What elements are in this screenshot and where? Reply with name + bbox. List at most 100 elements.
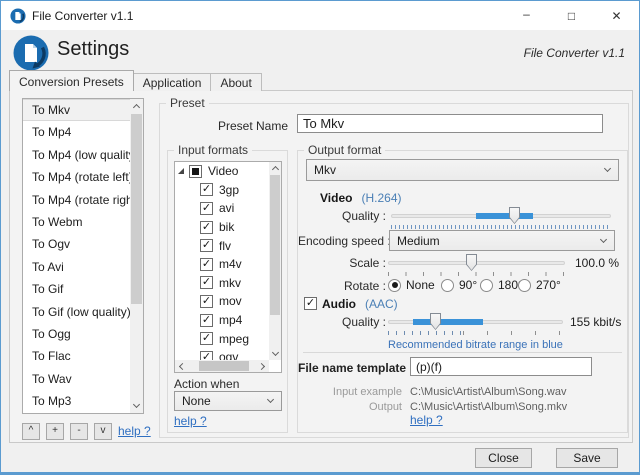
preset-list-item[interactable]: To Wav	[23, 368, 130, 390]
tree-item[interactable]: flv	[175, 236, 269, 255]
preset-list-item[interactable]: To Webm	[23, 211, 130, 233]
close-icon[interactable]: ✕	[594, 1, 639, 30]
scale-label: Scale :	[349, 256, 386, 270]
output-example-label: Output	[368, 401, 402, 413]
tab-about[interactable]: About	[210, 73, 262, 91]
tree-item[interactable]: bik	[175, 218, 269, 237]
tree-item[interactable]: mp4	[175, 311, 269, 330]
preset-list-item[interactable]: To Avi	[23, 256, 130, 278]
file-name-template-help-link[interactable]: help ?	[410, 413, 443, 427]
video-category-checkbox[interactable]	[189, 164, 202, 178]
preset-list-item[interactable]: To Mp3	[23, 390, 130, 412]
expander-icon[interactable]	[178, 168, 184, 175]
rotate-option-270[interactable]: 270°	[518, 278, 561, 292]
input-formats-help-link[interactable]: help ?	[174, 414, 207, 428]
output-format-select[interactable]: Mkv	[306, 159, 619, 181]
scroll-right-icon[interactable]	[257, 360, 269, 372]
preset-name-label: Preset Name	[217, 119, 288, 133]
preset-list-item[interactable]: To Gif	[23, 278, 130, 300]
tree-item[interactable]: 3gp	[175, 181, 269, 200]
move-preset-down-button[interactable]: v	[94, 422, 112, 440]
preset-list-scrollbar[interactable]	[130, 99, 143, 413]
tree-item[interactable]: avi	[175, 199, 269, 218]
rotate-option-180[interactable]: 180°	[480, 278, 523, 292]
save-button[interactable]: Save	[556, 448, 618, 468]
radio-icon	[480, 278, 493, 292]
format-checkbox[interactable]	[200, 220, 213, 234]
maximize-button[interactable]: □	[549, 1, 594, 30]
scroll-down-icon[interactable]	[269, 348, 281, 360]
slider-range	[413, 319, 483, 325]
audio-quality-slider[interactable]	[388, 313, 563, 331]
radio-icon	[388, 278, 401, 292]
slider-thumb[interactable]	[430, 313, 441, 330]
rotate-option-none[interactable]: None	[388, 278, 435, 292]
tree-item[interactable]: mpeg	[175, 329, 269, 348]
slider-ticks	[391, 225, 611, 229]
format-checkbox[interactable]	[200, 276, 213, 290]
section-divider	[303, 352, 622, 353]
video-section-title: Video (H.264)	[320, 191, 402, 205]
action-when-finished-select[interactable]: None	[174, 391, 282, 411]
slider-ticks	[463, 331, 563, 335]
tab-application[interactable]: Application	[132, 73, 212, 91]
tree-root-row[interactable]: Video	[175, 162, 269, 181]
scrollbar-thumb[interactable]	[270, 175, 280, 315]
format-checkbox[interactable]	[200, 313, 213, 327]
input-formats-tree-items: Video 3gp avi bik flv m4v mkv mov mp4 mp…	[175, 162, 269, 360]
preset-list-items: To Mkv To Mp4 To Mp4 (low quality) To Mp…	[23, 99, 130, 413]
format-checkbox[interactable]	[200, 257, 213, 271]
scroll-down-icon[interactable]	[130, 399, 143, 413]
format-checkbox[interactable]	[200, 201, 213, 215]
audio-enabled-checkbox[interactable]	[304, 297, 317, 310]
scroll-up-icon[interactable]	[130, 99, 143, 113]
input-formats-group: Input formats Video 3gp avi bik flv m4v	[167, 143, 288, 433]
preset-list-item[interactable]: To Mp4 (rotate right)	[23, 189, 130, 211]
tree-item[interactable]: m4v	[175, 255, 269, 274]
file-name-template-label: File name template	[298, 361, 407, 375]
remove-preset-button[interactable]: -	[70, 422, 88, 440]
footer: Close Save	[1, 443, 639, 472]
format-checkbox[interactable]	[200, 350, 213, 360]
minimize-button[interactable]: –	[504, 1, 549, 30]
audio-quality-label: Quality :	[341, 315, 386, 329]
file-name-template-input[interactable]	[410, 357, 592, 376]
preset-list-item[interactable]: To Mp4 (low quality)	[23, 144, 130, 166]
slider-thumb[interactable]	[509, 207, 520, 224]
rotate-option-90[interactable]: 90°	[441, 278, 477, 292]
tree-scrollbar-horizontal[interactable]	[175, 360, 269, 372]
move-preset-up-button[interactable]: ^	[22, 422, 40, 440]
tree-item[interactable]: mov	[175, 292, 269, 311]
scrollbar-thumb[interactable]	[199, 361, 249, 371]
encoding-speed-select[interactable]: Medium	[389, 230, 615, 251]
tree-scrollbar-vertical[interactable]	[269, 162, 281, 360]
format-checkbox[interactable]	[200, 332, 213, 346]
scroll-left-icon[interactable]	[175, 360, 187, 372]
format-checkbox[interactable]	[200, 239, 213, 253]
preset-list-item[interactable]: To Ogg	[23, 323, 130, 345]
preset-list-item[interactable]: To Mp4 (rotate left)	[23, 166, 130, 188]
preset-list-item[interactable]: To Ogv	[23, 233, 130, 255]
video-quality-slider[interactable]	[391, 207, 611, 225]
tree-item[interactable]: ogv	[175, 348, 269, 360]
slider-thumb[interactable]	[466, 254, 477, 271]
tree-root-label: Video	[208, 164, 239, 179]
tree-item[interactable]: mkv	[175, 274, 269, 293]
preset-list-item[interactable]: To Gif (low quality)	[23, 301, 130, 323]
tab-conversion-presets[interactable]: Conversion Presets	[9, 70, 134, 91]
preset-list-help-link[interactable]: help ?	[118, 424, 151, 438]
format-checkbox[interactable]	[200, 294, 213, 308]
preset-list-item[interactable]: To Mkv	[23, 99, 130, 122]
format-checkbox[interactable]	[200, 183, 213, 197]
close-button[interactable]: Close	[475, 448, 532, 468]
preset-list-item[interactable]: To Flac	[23, 345, 130, 367]
titlebar[interactable]: File Converter v1.1 – □ ✕	[1, 1, 639, 30]
add-preset-button[interactable]: +	[46, 422, 64, 440]
preset-list-item[interactable]: To Mp4	[23, 121, 130, 143]
scroll-up-icon[interactable]	[269, 162, 281, 174]
scrollbar-thumb[interactable]	[131, 114, 142, 304]
radio-icon	[518, 278, 531, 292]
scale-slider[interactable]	[388, 254, 565, 272]
preset-name-input[interactable]	[297, 114, 603, 133]
bitrate-hint: Recommended bitrate range in blue	[388, 339, 563, 351]
